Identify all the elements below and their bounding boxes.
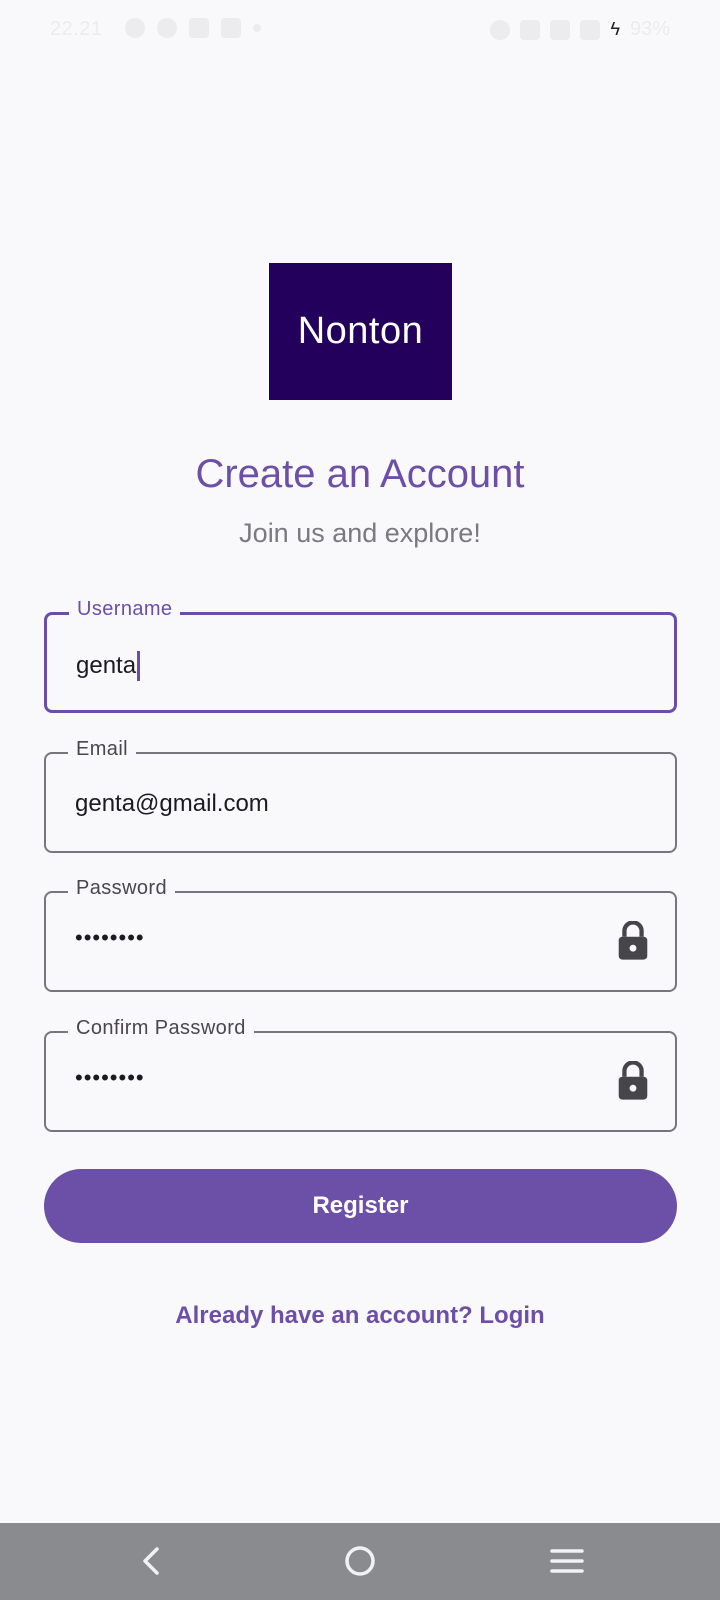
back-icon[interactable] <box>131 1541 171 1581</box>
wifi-icon <box>550 19 571 40</box>
password-input[interactable]: •••••••• <box>75 925 145 951</box>
lock-icon[interactable] <box>615 1061 651 1101</box>
confirm-password-input[interactable]: •••••••• <box>75 1065 145 1091</box>
more-notifications-icon <box>253 24 261 32</box>
email-field[interactable]: Email genta@gmail.com <box>44 738 677 853</box>
alarm-icon <box>490 19 511 40</box>
username-input[interactable]: genta <box>76 652 136 680</box>
password-label: Password <box>68 877 176 900</box>
page-title: Create an Account <box>195 452 525 496</box>
notification-icons <box>125 18 261 38</box>
text-cursor <box>137 651 141 681</box>
email-input[interactable]: genta@gmail.com <box>75 790 269 818</box>
confirm-password-field[interactable]: Confirm Password •••••••• <box>44 1017 677 1132</box>
status-bar: 22.21 ϟ 93% <box>0 0 720 60</box>
signal-icon <box>580 19 601 40</box>
game-icon <box>157 18 177 38</box>
register-button[interactable]: Register <box>44 1169 677 1243</box>
password-field[interactable]: Password •••••••• <box>44 877 677 992</box>
navigation-bar <box>0 1523 720 1600</box>
confirm-password-label: Confirm Password <box>68 1017 254 1040</box>
username-label: Username <box>69 598 181 621</box>
bag-icon <box>189 18 209 38</box>
network-icon <box>520 19 541 40</box>
battery-level: 93% <box>629 18 670 40</box>
system-icons: ϟ 93% <box>490 18 670 41</box>
email-label: Email <box>68 738 137 761</box>
logo-text: Nonton <box>297 310 424 352</box>
home-icon[interactable] <box>340 1541 380 1581</box>
charging-icon: ϟ <box>610 19 620 39</box>
menu-icon[interactable] <box>547 1541 587 1581</box>
page-subtitle: Join us and explore! <box>239 518 481 548</box>
status-time: 22.21 <box>50 18 103 40</box>
register-screen: 22.21 ϟ 93% Nonton Create an Account Joi… <box>0 0 720 1600</box>
username-value-wrap: genta <box>76 651 141 681</box>
login-link[interactable]: Already have an account? Login <box>0 1302 720 1330</box>
whatsapp-icon <box>125 18 145 38</box>
username-field[interactable]: Username genta <box>44 598 677 713</box>
lock-icon[interactable] <box>615 921 651 961</box>
app-logo: Nonton <box>269 263 452 400</box>
gmail-icon <box>221 18 241 38</box>
